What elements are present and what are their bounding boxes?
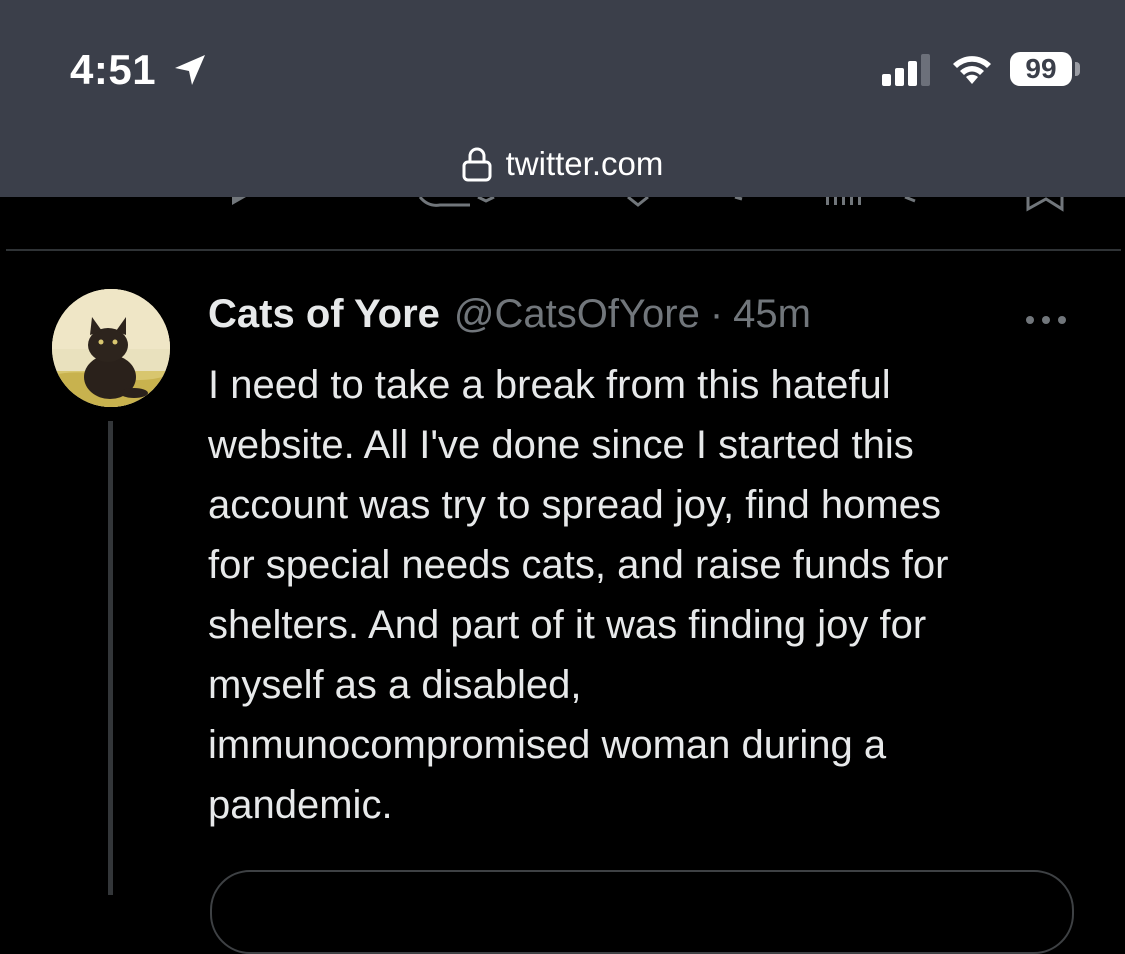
cellular-signal-icon <box>882 54 930 86</box>
separator-dot: · <box>709 292 724 336</box>
lock-icon <box>462 147 492 182</box>
tweet-timestamp[interactable]: 45m <box>733 292 811 337</box>
tweet-text-line: myself as a disabled, <box>208 663 582 707</box>
more-horizontal-icon[interactable] <box>1022 312 1070 328</box>
previous-like-icon <box>477 197 495 203</box>
tweet-text-line: pandemic. <box>208 783 393 827</box>
tweet-text-line: for special needs cats, and raise funds … <box>208 543 949 587</box>
previous-bookmark-icon <box>734 197 743 201</box>
tweet-text-line: shelters. And part of it was finding joy… <box>208 603 927 647</box>
user-handle[interactable]: @CatsOfYore <box>454 292 700 337</box>
previous-tweet-actions <box>232 197 1064 212</box>
previous-reply-icon <box>232 197 246 205</box>
url-text: twitter.com <box>505 145 664 182</box>
status-time: 4:51 <box>70 46 157 93</box>
previous-retweet-icon <box>418 197 470 207</box>
previous-analytics-icon <box>826 197 829 205</box>
previous-share-icon <box>1026 197 1064 212</box>
battery-icon: 99 <box>1010 52 1072 86</box>
avatar[interactable] <box>52 289 170 407</box>
battery-terminal <box>1075 62 1080 76</box>
tweet-header: Cats of Yore @CatsOfYore · 45m <box>208 292 811 344</box>
tweet-text-line: immunocompromised woman during a <box>208 723 887 767</box>
previous-views-icon <box>627 197 649 207</box>
tweet-text-line: account was try to spread joy, find home… <box>208 483 941 527</box>
tweet-text: I need to take a break from this hateful… <box>208 355 1098 835</box>
tweet-text-line: website. All I've done since I started t… <box>208 423 914 467</box>
wifi-icon <box>953 56 991 84</box>
tweet-text-line: I need to take a break from this hateful <box>208 363 891 407</box>
embedded-card[interactable] <box>210 870 1074 954</box>
cat-avatar-image <box>52 289 170 407</box>
url-bar[interactable]: twitter.com <box>0 142 1125 186</box>
browser-top-bar: 4:51 99 twitter.com <box>0 0 1125 197</box>
tweet-divider <box>6 249 1121 251</box>
thread-line <box>108 421 113 895</box>
display-name[interactable]: Cats of Yore <box>208 292 440 337</box>
location-arrow-icon <box>175 55 205 85</box>
